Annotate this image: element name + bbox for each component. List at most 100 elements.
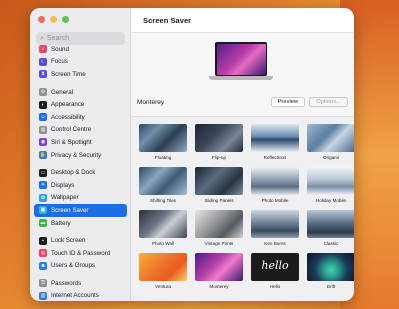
saver-tile-reflections[interactable]: Reflections bbox=[251, 124, 299, 161]
sidebar-item-label: Touch ID & Password bbox=[51, 249, 111, 257]
saver-tile-origami[interactable]: Origami bbox=[307, 124, 354, 161]
saver-name: Drift bbox=[326, 284, 336, 289]
sidebar-item-label: Sound bbox=[51, 45, 69, 53]
sidebar-item-privacy-security[interactable]: ✋ Privacy & Security bbox=[34, 149, 127, 162]
desktop-dock-icon: ▭ bbox=[39, 168, 47, 177]
saver-name: Photo Wall bbox=[151, 241, 175, 246]
sidebar-item-battery[interactable]: ▬ Battery bbox=[34, 217, 127, 230]
saver-thumbnail bbox=[139, 124, 187, 152]
search-placeholder: Search bbox=[46, 35, 70, 42]
laptop-preview bbox=[209, 42, 273, 82]
selected-saver-name: Monterey bbox=[137, 98, 165, 106]
saver-name: Origami bbox=[322, 155, 340, 160]
sidebar-item-label: Internet Accounts bbox=[51, 292, 99, 300]
sidebar-item-focus[interactable]: ☾ Focus bbox=[34, 56, 127, 69]
saver-name: Floating bbox=[154, 155, 172, 160]
sidebar-item-label: Passwords bbox=[51, 279, 82, 287]
saver-name: Flip-up bbox=[211, 155, 227, 160]
users-icon: ☻ bbox=[39, 261, 47, 270]
sidebar-item-lock-screen[interactable]: ▪ Lock Screen bbox=[34, 234, 127, 247]
saver-tile-flip-up[interactable]: Flip-up bbox=[195, 124, 243, 161]
sidebar-item-internet-accounts[interactable]: @ Internet Accounts bbox=[34, 290, 127, 301]
saver-thumbnail bbox=[195, 167, 243, 195]
sidebar-item-desktop-dock[interactable]: ▭ Desktop & Dock bbox=[34, 166, 127, 179]
lock-icon: ▪ bbox=[39, 236, 47, 245]
saver-tile-shifting-tiles[interactable]: Shifting Tiles bbox=[139, 167, 187, 204]
saver-tile-ventura[interactable]: Ventura bbox=[139, 253, 187, 290]
window-controls bbox=[38, 16, 69, 23]
saver-tile-holiday-mobile[interactable]: Holiday Mobile bbox=[307, 167, 354, 204]
sidebar: ⌕ Search ♪ Sound ☾ Focus ⧗ Screen Time ⚙ Genera… bbox=[30, 8, 131, 301]
saver-tile-vintage-prints[interactable]: Vintage Prints bbox=[195, 210, 243, 247]
laptop-screen bbox=[215, 42, 267, 76]
saver-thumbnail bbox=[251, 210, 299, 238]
saver-thumbnail: hello bbox=[251, 253, 299, 281]
saver-tile-photo-mobile[interactable]: Photo Mobile bbox=[251, 167, 299, 204]
sidebar-item-displays[interactable]: ☀ Displays bbox=[34, 179, 127, 192]
sidebar-item-label: Battery bbox=[51, 219, 71, 227]
zoom-button[interactable] bbox=[62, 16, 69, 23]
hourglass-icon: ⧗ bbox=[39, 70, 47, 79]
sidebar-item-touch-id-password[interactable]: ◎ Touch ID & Password bbox=[34, 247, 127, 260]
selected-saver-row: Monterey Preview Options... bbox=[137, 94, 348, 110]
battery-icon: ▬ bbox=[39, 219, 47, 228]
sidebar-item-screen-time[interactable]: ⧗ Screen Time bbox=[34, 68, 127, 81]
close-button[interactable] bbox=[38, 16, 45, 23]
saver-name: Reflections bbox=[263, 155, 287, 160]
saver-name: Ventura bbox=[155, 284, 171, 289]
accessibility-icon: ☺ bbox=[39, 113, 47, 122]
saver-thumbnail bbox=[307, 253, 354, 281]
saver-tile-floating[interactable]: Floating bbox=[139, 124, 187, 161]
hello-overlay-text: hello bbox=[261, 259, 289, 272]
saver-name: Shifting Tiles bbox=[149, 198, 177, 203]
options-button[interactable]: Options... bbox=[309, 97, 348, 107]
sound-icon: ♪ bbox=[39, 45, 47, 54]
saver-grid: Floating Flip-up Reflections Origami Shiftin… bbox=[139, 124, 354, 290]
sidebar-item-appearance[interactable]: ◐ Appearance bbox=[34, 98, 127, 111]
sidebar-item-sound[interactable]: ♪ Sound bbox=[34, 43, 127, 56]
saver-tile-photo-wall[interactable]: Photo Wall bbox=[139, 210, 187, 247]
saver-thumbnail bbox=[307, 124, 354, 152]
sidebar-item-label: Control Centre bbox=[51, 126, 92, 134]
saver-name: Hello bbox=[269, 284, 281, 289]
sidebar-item-screen-saver[interactable]: ▣ Screen Saver bbox=[34, 204, 127, 217]
sidebar-item-label: Wallpaper bbox=[51, 194, 79, 202]
sidebar-item-label: General bbox=[51, 88, 74, 96]
screen-saver-icon: ▣ bbox=[39, 206, 47, 215]
laptop-base bbox=[209, 76, 273, 80]
saver-tile-hello[interactable]: hello Hello bbox=[251, 253, 299, 290]
system-settings-window: ⌕ Search ♪ Sound ☾ Focus ⧗ Screen Time ⚙ Genera… bbox=[30, 8, 354, 301]
sidebar-item-label: Screen Time bbox=[51, 70, 86, 78]
saver-thumbnail bbox=[307, 210, 354, 238]
saver-thumbnail bbox=[139, 210, 187, 238]
sidebar-item-label: Lock Screen bbox=[51, 237, 86, 245]
sidebar-item-general[interactable]: ⚙ General bbox=[34, 86, 127, 99]
saver-name: Sliding Panels bbox=[204, 198, 234, 203]
saver-name: Holiday Mobile bbox=[315, 198, 347, 203]
minimize-button[interactable] bbox=[50, 16, 57, 23]
sidebar-item-label: Screen Saver bbox=[51, 206, 89, 214]
sidebar-item-label: Displays bbox=[51, 181, 75, 189]
wallpaper-icon: ✿ bbox=[39, 193, 47, 202]
sidebar-item-wallpaper[interactable]: ✿ Wallpaper bbox=[34, 192, 127, 205]
preview-button[interactable]: Preview bbox=[270, 97, 306, 107]
sidebar-item-users-groups[interactable]: ☻ Users & Groups bbox=[34, 260, 127, 273]
appearance-icon: ◐ bbox=[39, 100, 47, 109]
sidebar-item-siri-spotlight[interactable]: ◉ Siri & Spotlight bbox=[34, 136, 127, 149]
page-title: Screen Saver bbox=[143, 16, 192, 25]
saver-tile-classic[interactable]: Classic bbox=[307, 210, 354, 247]
saver-tile-ken-burns[interactable]: Ken Burns bbox=[251, 210, 299, 247]
saver-tile-sliding-panels[interactable]: Sliding Panels bbox=[195, 167, 243, 204]
displays-icon: ☀ bbox=[39, 181, 47, 190]
sidebar-item-accessibility[interactable]: ☺ Accessibility bbox=[34, 111, 127, 124]
saver-thumbnail bbox=[195, 253, 243, 281]
sidebar-item-passwords[interactable]: ⚿ Passwords bbox=[34, 277, 127, 290]
saver-name: Ken Burns bbox=[264, 241, 286, 246]
saver-tile-drift[interactable]: Drift bbox=[307, 253, 354, 290]
sidebar-item-label: Desktop & Dock bbox=[51, 169, 96, 177]
sidebar-item-control-centre[interactable]: ▤ Control Centre bbox=[34, 124, 127, 137]
saver-thumbnail bbox=[307, 167, 354, 195]
monterey-preview-image bbox=[216, 43, 266, 75]
sidebar-item-label: Focus bbox=[51, 58, 68, 66]
saver-tile-monterey[interactable]: Monterey bbox=[195, 253, 243, 290]
